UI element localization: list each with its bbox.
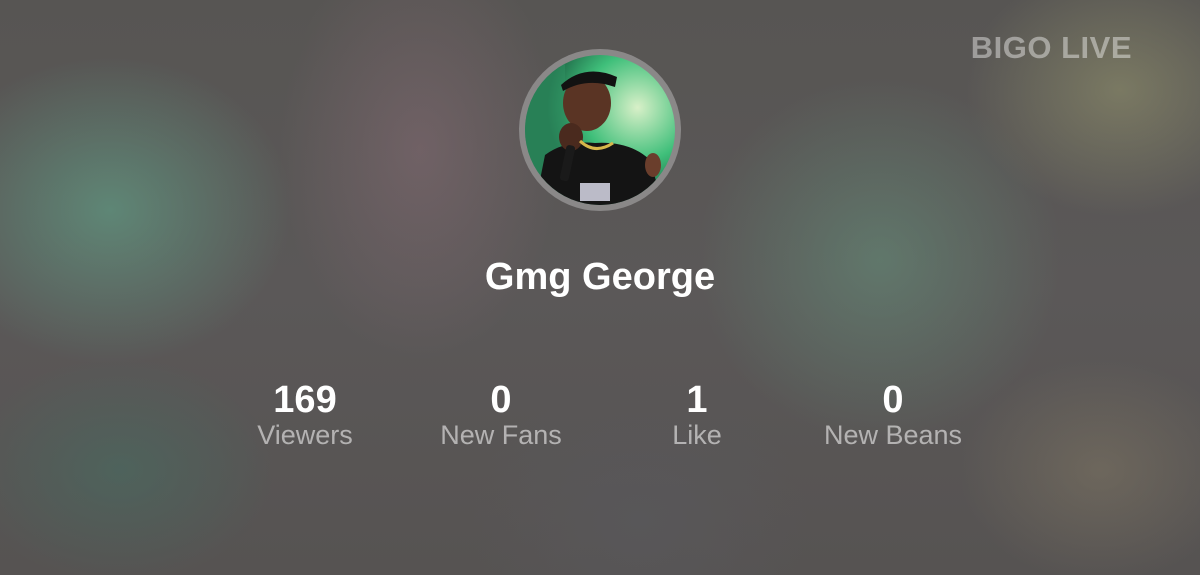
- stat-new-beans: 0 New Beans: [783, 378, 1003, 450]
- stat-value: 0: [490, 379, 512, 421]
- avatar-photo: [525, 55, 675, 205]
- streamer-name: Gmg George: [484, 256, 716, 298]
- stat-new-fans: 0 New Fans: [391, 378, 611, 450]
- stat-value: 0: [882, 379, 904, 421]
- stat-label: New Beans: [823, 420, 963, 450]
- stat-label: Viewers: [257, 420, 353, 450]
- stat-value: 1: [686, 379, 708, 421]
- avatar: [519, 49, 681, 211]
- stat-label: Like: [672, 420, 722, 450]
- stat-label: New Fans: [440, 420, 562, 450]
- stat-value: 169: [273, 379, 337, 421]
- stat-viewers: 169 Viewers: [195, 378, 415, 450]
- brand-logo: BIGO LIVE: [970, 30, 1132, 65]
- stat-like: 1 Like: [587, 378, 807, 450]
